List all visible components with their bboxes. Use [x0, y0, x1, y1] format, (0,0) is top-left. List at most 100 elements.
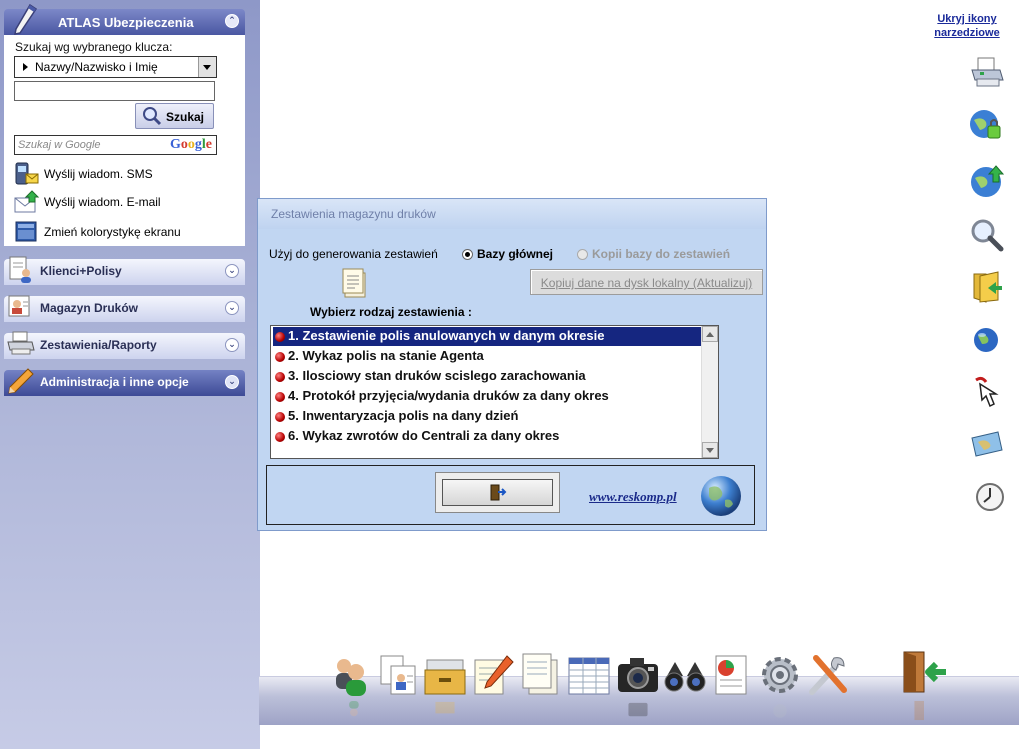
exit-door-icon[interactable] [902, 648, 946, 694]
dock-reflection [435, 701, 455, 714]
search-button[interactable]: Szukaj [135, 103, 214, 129]
expand-down-icon[interactable]: ⌄ [225, 264, 239, 278]
copy-to-local-button[interactable]: Kopiuj dane na dysk lokalny (Aktualizuj) [530, 269, 763, 295]
hide-toolbar-icons-link[interactable]: Ukryj ikony narzedziowe [924, 12, 1010, 40]
bullet-icon [275, 432, 285, 442]
search-key-select[interactable]: Nazwy/Nazwisko i Imię [14, 56, 217, 78]
table-icon[interactable] [567, 652, 611, 698]
report-chart-icon[interactable] [710, 652, 754, 698]
print-storage-icon [8, 295, 30, 317]
settings-gear-icon[interactable] [758, 652, 802, 698]
sms-phone-icon [15, 162, 39, 185]
search-input[interactable] [14, 81, 215, 101]
website-link[interactable]: www.reskomp.pl [589, 489, 677, 505]
atlas-panel-header[interactable]: ATLAS Ubezpieczenia ⌃ [4, 3, 245, 35]
notepad-pencil-icon[interactable] [471, 652, 515, 698]
report-item-6[interactable]: 6. Wykaz zwrotów do Centrali za dany okr… [273, 427, 701, 446]
panel-clients-policies[interactable]: Klienci+Polisy ⌄ [4, 256, 245, 285]
close-dialog-button[interactable] [435, 472, 560, 513]
report-list[interactable]: 1. Zestawienie polis anulowanych w danym… [270, 325, 719, 459]
folder-back-icon[interactable] [968, 268, 1006, 306]
send-email-action[interactable]: Wyślij wiadom. E-mail [14, 190, 234, 214]
radio-copy-db-label[interactable]: Kopii bazy do zestawień [592, 247, 730, 261]
magnifier-icon[interactable] [968, 216, 1006, 254]
report-item-label: 3. Ilosciowy stan druków scislego zarach… [288, 368, 586, 383]
globe-lock-icon[interactable] [968, 106, 1006, 144]
client-cards-icon[interactable] [377, 652, 421, 698]
report-item-label: 2. Wykaz polis na stanie Agenta [288, 348, 484, 363]
bullet-icon [275, 332, 285, 342]
send-sms-action[interactable]: Wyślij wiadom. SMS [14, 162, 234, 186]
dropdown-arrow-icon[interactable] [198, 57, 216, 77]
atlas-panel-body: Szukaj wg wybranego klucza: Nazwy/Nazwis… [4, 35, 245, 246]
radio-copy-db[interactable] [577, 249, 588, 260]
users-icon[interactable] [330, 652, 374, 698]
expand-down-icon[interactable]: ⌄ [225, 375, 239, 389]
choose-report-label: Wybierz rodzaj zestawienia : [310, 305, 472, 319]
globe-icon [701, 476, 741, 516]
report-item-label: 6. Wykaz zwrotów do Centrali za dany okr… [288, 428, 560, 443]
search-key-value: Nazwy/Nazwisko i Imię [35, 60, 158, 74]
report-item-label: 1. Zestawienie polis anulowanych w danym… [288, 328, 605, 343]
search-key-label: Szukaj wg wybranego klucza: [15, 40, 173, 54]
report-item-label: 4. Protokół przyjęcia/wydania druków za … [288, 388, 609, 403]
map-icon[interactable] [968, 426, 1006, 464]
dock-reflection [349, 700, 359, 717]
bullet-icon [275, 372, 285, 382]
scroll-up-icon[interactable] [702, 326, 718, 342]
close-dialog-button-face[interactable] [442, 479, 553, 506]
report-item-2[interactable]: 2. Wykaz polis na stanie Agenta [273, 347, 701, 366]
bullet-icon [275, 352, 285, 362]
bullet-icon [275, 392, 285, 402]
radio-main-db-label[interactable]: Bazy głównej [477, 247, 553, 261]
panel-reports[interactable]: Zestawienia/Raporty ⌄ [4, 331, 245, 359]
sidebar: ATLAS Ubezpieczenia ⌃ Szukaj wg wybraneg… [0, 0, 260, 749]
radio-main-db[interactable] [462, 249, 473, 260]
google-placeholder: Szukaj w Google [18, 139, 101, 151]
panel-print-storage[interactable]: Magazyn Druków ⌄ [4, 295, 245, 322]
panel-clients-policies-label: Klienci+Polisy [40, 264, 122, 278]
change-colors-action[interactable]: Zmień kolorystykę ekranu [14, 220, 234, 244]
pen-logo-icon [14, 3, 38, 35]
copy-to-local-label: Kopiuj dane na dysk lokalny (Aktualizuj) [540, 276, 753, 290]
clock-icon[interactable] [968, 478, 1006, 516]
printer-reports-icon [7, 331, 35, 355]
row-pointer-icon [23, 63, 28, 71]
tools-icon[interactable] [806, 652, 850, 698]
camera-icon[interactable] [616, 652, 660, 698]
reports-dialog: Zestawienia magazynu druków Użyj do gene… [257, 198, 767, 531]
dock-reflection [914, 700, 924, 721]
printer-icon[interactable] [968, 54, 1006, 92]
document-icon [342, 268, 366, 298]
expand-down-icon[interactable]: ⌄ [225, 301, 239, 315]
app-title: ATLAS Ubezpieczenia [58, 15, 194, 30]
globe-icon[interactable] [968, 322, 1006, 360]
color-scheme-icon [15, 221, 37, 242]
report-item-5[interactable]: 5. Inwentaryzacja polis na dany dzień [273, 407, 701, 426]
binoculars-icon[interactable] [663, 652, 707, 698]
collapse-up-icon[interactable]: ⌃ [225, 14, 239, 28]
documents-icon[interactable] [519, 652, 563, 698]
dock-reflection [773, 704, 787, 718]
globe-upload-icon[interactable] [968, 162, 1006, 200]
google-search-input[interactable]: Szukaj w Google Google [14, 135, 217, 155]
report-item-1[interactable]: 1. Zestawienie polis anulowanych w danym… [273, 327, 701, 346]
panel-administration[interactable]: Administracja i inne opcje ⌄ [4, 368, 245, 396]
change-colors-label: Zmień kolorystykę ekranu [44, 225, 181, 239]
report-item-label: 5. Inwentaryzacja polis na dany dzień [288, 408, 519, 423]
dialog-title: Zestawienia magazynu druków [271, 207, 436, 221]
dialog-title-bar[interactable]: Zestawienia magazynu druków [258, 199, 766, 229]
archive-drawer-icon[interactable] [423, 652, 467, 698]
list-scrollbar[interactable] [701, 326, 718, 458]
expand-down-icon[interactable]: ⌄ [225, 338, 239, 352]
cursor-hand-icon[interactable] [968, 374, 1006, 412]
scroll-down-icon[interactable] [702, 442, 718, 458]
magnifier-icon [143, 107, 162, 126]
panel-print-storage-label: Magazyn Druków [40, 301, 139, 315]
exit-door-icon [490, 484, 507, 501]
report-item-3[interactable]: 3. Ilosciowy stan druków scislego zarach… [273, 367, 701, 386]
report-item-4[interactable]: 4. Protokół przyjęcia/wydania druków za … [273, 387, 701, 406]
panel-reports-label: Zestawienia/Raporty [40, 338, 157, 352]
admin-pencil-icon [8, 368, 34, 394]
email-envelope-icon [14, 190, 40, 213]
